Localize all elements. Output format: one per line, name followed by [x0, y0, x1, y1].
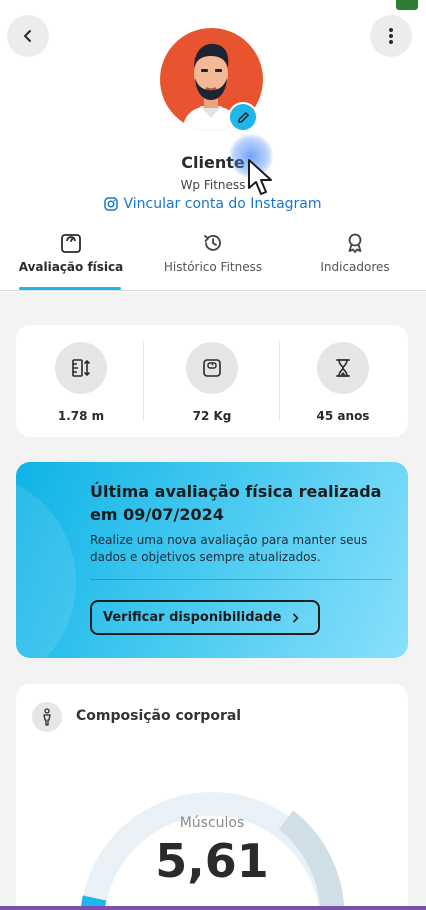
- gauge-label: Músculos: [179, 815, 245, 831]
- more-options-button[interactable]: [370, 15, 412, 57]
- age-value: 45 anos: [316, 409, 370, 423]
- height-icon: [55, 342, 107, 394]
- status-indicator: [396, 0, 418, 10]
- divider: [143, 341, 144, 421]
- banner-divider: [90, 579, 392, 580]
- history-icon: [204, 235, 221, 251]
- tab-label: Avaliação física: [18, 260, 124, 274]
- instagram-icon: [104, 197, 119, 211]
- instagram-link[interactable]: Vincular conta do Instagram: [0, 196, 426, 212]
- back-button[interactable]: [7, 15, 49, 57]
- more-vertical-icon: [389, 28, 393, 44]
- weight-scale-icon: [186, 342, 238, 394]
- weight-value: 72 Kg: [192, 409, 232, 423]
- award-icon: [348, 233, 362, 253]
- body-icon: [32, 702, 62, 732]
- stat-age: 45 anos: [278, 325, 408, 437]
- height-value: 1.78 m: [57, 409, 105, 423]
- check-availability-button[interactable]: Verificar disponibilidade: [90, 600, 320, 635]
- company-name: Wp Fitness: [180, 178, 246, 192]
- chevron-right-icon: [293, 613, 299, 622]
- gauge-value: 5,61: [155, 834, 269, 888]
- last-evaluation-banner: Última avaliação física realizada em 09/…: [16, 462, 408, 658]
- edit-avatar-button[interactable]: [228, 102, 258, 132]
- tab-indicadores[interactable]: Indicadores: [284, 228, 426, 291]
- banner-title: Última avaliação física realizada em 09/…: [90, 482, 382, 524]
- system-bar: [0, 906, 426, 910]
- composition-title: Composição corporal: [76, 708, 242, 724]
- instagram-link-label: Vincular conta do Instagram: [123, 196, 322, 212]
- active-tab-indicator: [19, 287, 121, 290]
- body-stats-card: 1.78 m 72 Kg 45 anos: [16, 325, 408, 437]
- tab-label: Indicadores: [320, 260, 390, 274]
- mouse-pointer-icon: [248, 159, 272, 195]
- hourglass-icon: [317, 342, 369, 394]
- body-composition-card: Composição corporal Músculos 5,61: [16, 684, 408, 910]
- scale-icon: [61, 234, 81, 253]
- profile-name: Cliente: [181, 153, 245, 172]
- stat-weight: 72 Kg: [147, 325, 277, 437]
- tab-historico-fitness[interactable]: Histórico Fitness: [142, 228, 284, 291]
- tab-label: Histórico Fitness: [163, 260, 263, 274]
- banner-decoration: [16, 472, 76, 658]
- stat-height: 1.78 m: [16, 325, 146, 437]
- chevron-left-icon: [24, 30, 31, 42]
- banner-text: Realize uma nova avaliação para manter s…: [90, 533, 368, 564]
- tab-avaliacao-fisica[interactable]: Avaliação física: [0, 228, 142, 291]
- pencil-icon: [237, 111, 249, 123]
- tab-bar: Avaliação física Histórico Fitness Indic…: [0, 228, 426, 291]
- check-availability-label: Verificar disponibilidade: [103, 610, 282, 625]
